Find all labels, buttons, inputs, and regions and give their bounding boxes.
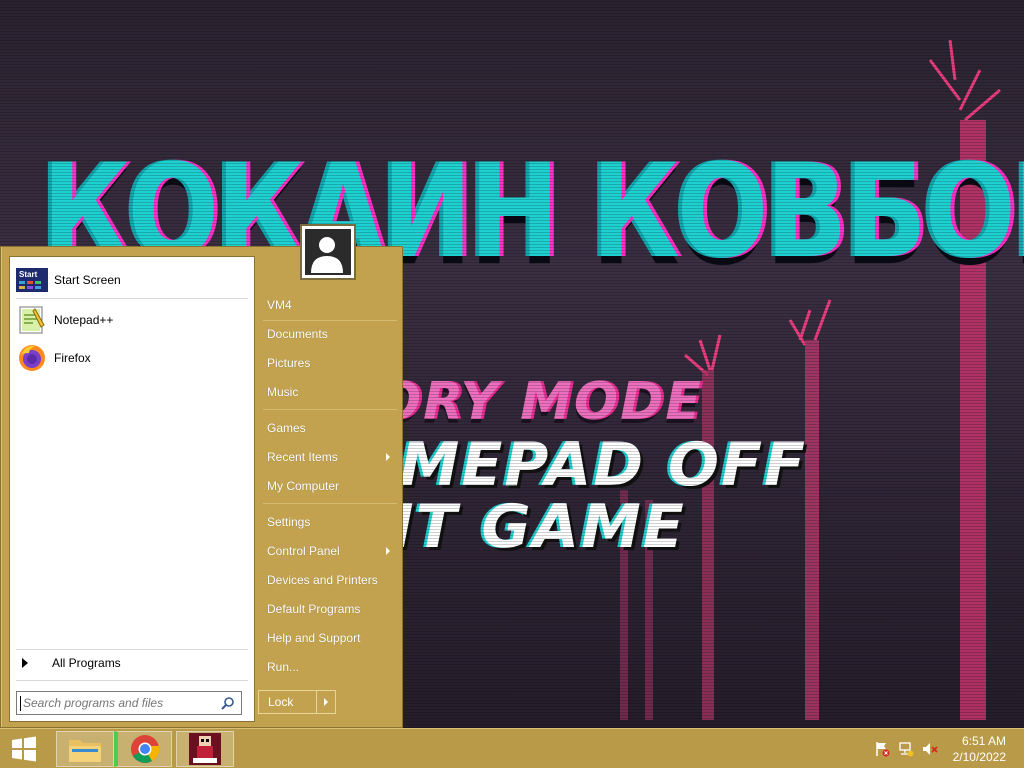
menu-pictures[interactable]: Pictures	[260, 350, 398, 376]
svg-text:Start: Start	[19, 270, 38, 279]
start-menu: Start Start Screen Notepad++ Firefox All…	[0, 246, 403, 728]
all-programs-button[interactable]: All Programs	[12, 652, 252, 674]
menu-label: Games	[267, 421, 306, 435]
clock-date: 2/10/2022	[952, 750, 1006, 764]
divider	[16, 298, 248, 299]
submenu-arrow-icon	[386, 547, 390, 555]
menu-label: Help and Support	[267, 631, 361, 645]
clock-time: 6:51 AM	[961, 734, 1006, 748]
menu-control-panel[interactable]: Control Panel	[260, 538, 398, 564]
divider	[263, 503, 397, 504]
divider	[16, 680, 248, 681]
menu-settings[interactable]: Settings	[260, 509, 398, 535]
pinned-label: Start Screen	[54, 273, 121, 287]
menu-label: Pictures	[267, 356, 311, 370]
expand-arrow-icon	[22, 658, 28, 668]
firefox-icon	[16, 342, 48, 374]
search-icon[interactable]	[221, 696, 235, 710]
menu-label: Recent Items	[267, 450, 338, 464]
text-caret	[20, 696, 21, 711]
chevron-right-icon	[324, 698, 328, 706]
divider	[16, 649, 248, 650]
folder-icon	[69, 740, 101, 762]
submenu-arrow-icon	[386, 453, 390, 461]
network-icon[interactable]	[898, 741, 914, 757]
menu-label: Music	[267, 385, 299, 399]
menu-games[interactable]: Games	[260, 415, 398, 441]
lock-button-group: Lock	[258, 690, 336, 714]
menu-music[interactable]: Music	[260, 379, 398, 405]
chrome-icon	[130, 735, 159, 763]
menu-my-computer[interactable]: My Computer	[260, 473, 398, 499]
menu-label: My Computer	[267, 479, 340, 493]
menu-label: Run...	[267, 660, 300, 674]
taskbar-file-explorer[interactable]	[56, 731, 114, 767]
start-screen-icon: Start	[16, 264, 48, 296]
menu-label: Default Programs	[267, 602, 361, 616]
user-avatar[interactable]	[300, 224, 356, 280]
menu-run[interactable]: Run...	[260, 654, 398, 680]
menu-help-support[interactable]: Help and Support	[260, 625, 398, 651]
start-menu-programs-pane: Start Start Screen Notepad++ Firefox All…	[9, 256, 255, 722]
menu-label: VM4	[267, 298, 292, 312]
windows-logo-icon	[12, 736, 36, 762]
notepadpp-icon	[16, 304, 48, 336]
start-button[interactable]	[0, 729, 48, 768]
user-silhouette-icon	[305, 229, 349, 273]
pinned-notepadpp[interactable]: Notepad++	[12, 301, 252, 339]
lock-label: Lock	[268, 695, 294, 709]
menu-recent-items[interactable]: Recent Items	[260, 444, 398, 470]
action-center-flag-icon[interactable]	[874, 741, 890, 757]
search-input[interactable]	[23, 696, 219, 710]
all-programs-label: All Programs	[52, 656, 121, 670]
pinned-start-screen[interactable]: Start Start Screen	[12, 261, 252, 299]
menu-label: Control Panel	[267, 544, 340, 558]
taskbar-chrome[interactable]	[114, 731, 172, 767]
divider	[263, 409, 397, 410]
menu-devices-printers[interactable]: Devices and Printers	[260, 567, 398, 593]
pinned-label: Notepad++	[54, 313, 114, 327]
menu-label: Devices and Printers	[267, 573, 378, 587]
game-icon	[189, 733, 221, 765]
menu-label: Settings	[267, 515, 311, 529]
taskbar-game[interactable]	[176, 731, 234, 767]
taskbar-clock[interactable]: 6:51 AM 2/10/2022	[936, 733, 1006, 765]
taskbar: 6:51 AM 2/10/2022	[0, 728, 1024, 768]
pinned-label: Firefox	[54, 351, 91, 365]
power-options-button[interactable]	[317, 691, 335, 713]
search-programs-box[interactable]	[16, 691, 242, 715]
menu-label: Documents	[267, 327, 328, 341]
menu-default-programs[interactable]: Default Programs	[260, 596, 398, 622]
pinned-firefox[interactable]: Firefox	[12, 339, 252, 377]
lock-button[interactable]: Lock	[259, 691, 317, 713]
menu-documents[interactable]: Documents	[260, 321, 398, 347]
menu-vm4[interactable]: VM4	[260, 292, 398, 318]
system-tray	[874, 729, 938, 768]
